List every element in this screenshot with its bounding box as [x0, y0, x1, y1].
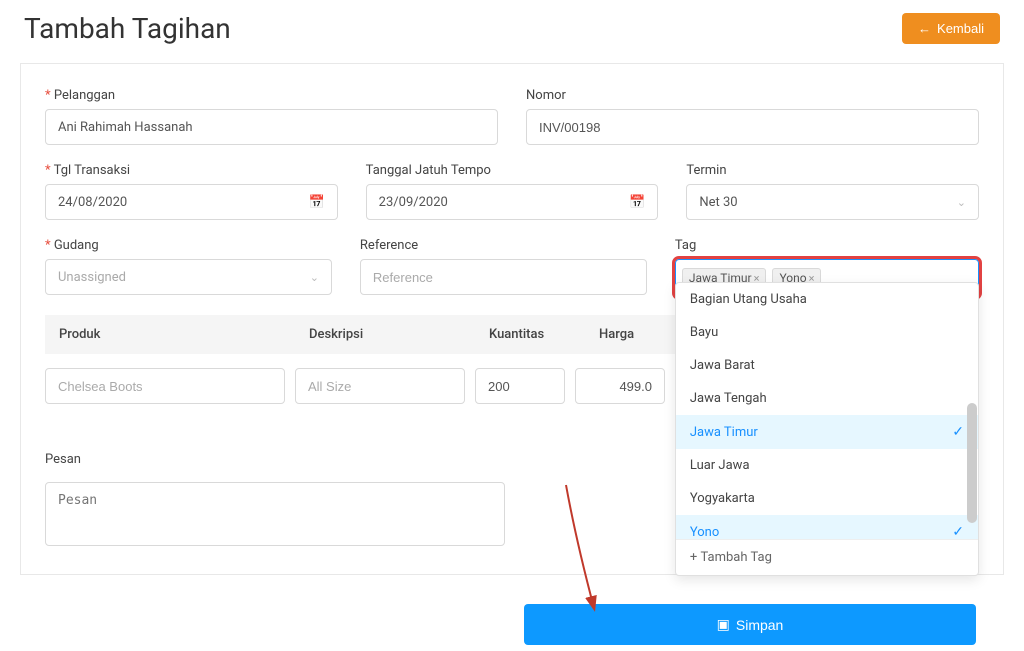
tag-label: Tag [675, 238, 979, 253]
tag-option[interactable]: Jawa Tengah [676, 382, 978, 415]
form-card: Pelanggan Ani Rahimah Hassanah Nomor Tgl… [20, 63, 1004, 575]
back-button[interactable]: ← Kembali [902, 13, 1000, 44]
calendar-icon: 📅 [629, 195, 645, 210]
tag-option[interactable]: Luar Jawa [676, 449, 978, 482]
tgl-jatuh-value: 23/09/2020 [379, 195, 448, 210]
add-tag-option[interactable]: + Tambah Tag [676, 539, 978, 575]
gudang-value: Unassigned [58, 270, 126, 285]
th-produk: Produk [59, 327, 309, 342]
deskripsi-cell[interactable] [295, 368, 465, 404]
reference-label: Reference [360, 238, 647, 253]
tag-option[interactable]: Jawa Timur✓ [676, 415, 978, 449]
nomor-input[interactable] [526, 109, 979, 145]
tag-option[interactable]: Jawa Barat [676, 349, 978, 382]
pesan-textarea[interactable] [45, 482, 505, 546]
gudang-select[interactable]: Unassigned ⌄ [45, 259, 332, 295]
chevron-down-icon: ⌄ [957, 196, 966, 209]
termin-label: Termin [686, 163, 979, 178]
tgl-transaksi-label: Tgl Transaksi [45, 163, 338, 178]
tgl-jatuh-label: Tanggal Jatuh Tempo [366, 163, 659, 178]
arrow-left-icon: ← [918, 21, 931, 36]
th-deskripsi: Deskripsi [309, 327, 489, 342]
pelanggan-label: Pelanggan [45, 88, 498, 103]
tag-option[interactable]: Yono✓ [676, 515, 978, 539]
pelanggan-value: Ani Rahimah Hassanah [58, 120, 193, 135]
save-label: Simpan [736, 617, 783, 633]
tgl-transaksi-input[interactable]: 24/08/2020 📅 [45, 184, 338, 220]
back-label: Kembali [937, 21, 984, 36]
tag-option[interactable]: Bayu [676, 316, 978, 349]
pelanggan-select[interactable]: Ani Rahimah Hassanah [45, 109, 498, 145]
nomor-label: Nomor [526, 88, 979, 103]
kuantitas-cell[interactable] [475, 368, 565, 404]
th-kuantitas: Kuantitas [489, 327, 599, 342]
tgl-jatuh-input[interactable]: 23/09/2020 📅 [366, 184, 659, 220]
tag-option[interactable]: Yogyakarta [676, 482, 978, 515]
pesan-label: Pesan [45, 452, 81, 467]
check-icon: ✓ [952, 524, 964, 539]
produk-cell[interactable] [45, 368, 285, 404]
tgl-transaksi-value: 24/08/2020 [58, 195, 127, 210]
gudang-label: Gudang [45, 238, 332, 253]
termin-value: Net 30 [699, 195, 737, 210]
tag-dropdown: Bagian Utang UsahaBayuJawa BaratJawa Ten… [675, 282, 979, 576]
page-title: Tambah Tagihan [24, 12, 231, 45]
reference-input[interactable] [360, 259, 647, 295]
save-button[interactable]: ▣ Simpan [524, 604, 976, 645]
chevron-down-icon: ⌄ [310, 271, 319, 284]
harga-cell[interactable] [575, 368, 665, 404]
check-icon: ✓ [952, 424, 964, 440]
termin-select[interactable]: Net 30 ⌄ [686, 184, 979, 220]
tag-option[interactable]: Bagian Utang Usaha [676, 283, 978, 316]
calendar-icon: 📅 [308, 195, 324, 210]
plus-icon: + [690, 550, 701, 565]
scrollbar-thumb[interactable] [967, 403, 977, 523]
save-icon: ▣ [717, 616, 730, 633]
